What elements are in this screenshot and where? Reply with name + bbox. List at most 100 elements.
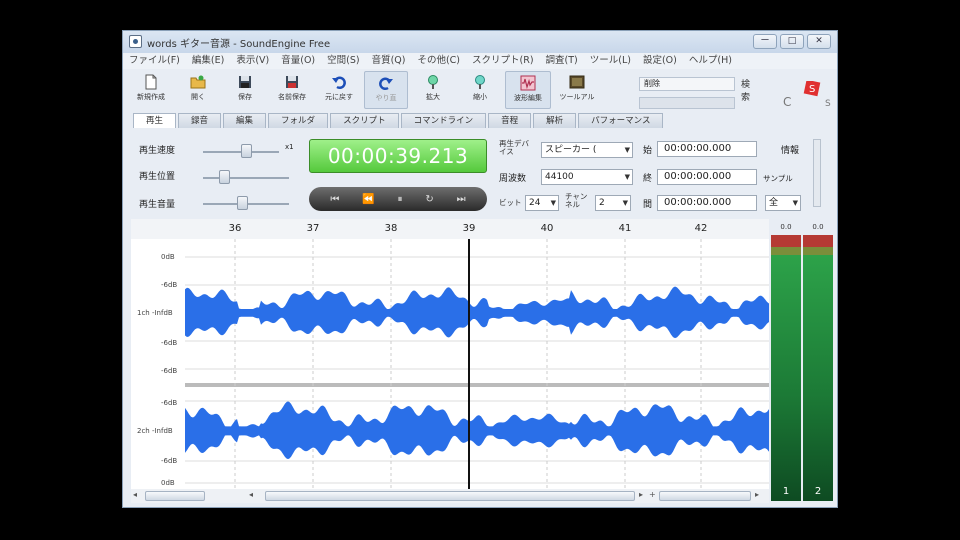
menu-script[interactable]: スクリプト(R)	[466, 53, 540, 69]
meter-2-peak: 0.0	[812, 223, 824, 231]
app-window: words ギター音源 - SoundEngine Free ー □ ✕ ファイ…	[122, 30, 838, 508]
waveform-view[interactable]: 0dB -6dB 1ch -InfdB -6dB -6dB -6dB 2ch -…	[131, 239, 769, 489]
rewind-icon[interactable]: ⏪	[362, 194, 374, 205]
device-select[interactable]: スピーカー ( ▼	[541, 142, 633, 158]
panel-scrollbar[interactable]	[813, 139, 821, 207]
plus-icon[interactable]: +	[649, 490, 656, 499]
tab-commandline[interactable]: コマンドライン	[400, 113, 487, 128]
menu-quality[interactable]: 音質(Q)	[366, 53, 412, 69]
skip-forward-icon[interactable]: ⏭	[457, 194, 466, 205]
scroll-left-icon[interactable]: ◂	[249, 490, 253, 499]
device-value: スピーカー (	[545, 145, 597, 155]
tab-record[interactable]: 録音	[178, 113, 222, 128]
app-icon[interactable]	[129, 35, 142, 48]
freq-select[interactable]: 44100 ▼	[541, 169, 633, 185]
meter-warn-zone	[771, 247, 801, 255]
zoom-slider[interactable]	[145, 491, 205, 501]
redo-button[interactable]: やり直	[364, 71, 408, 109]
tab-play[interactable]: 再生	[133, 113, 177, 128]
vertical-zoom-slider[interactable]	[659, 491, 751, 501]
new-button[interactable]: 新規作成	[129, 71, 173, 109]
wave-edit-button[interactable]: 波形編集	[505, 71, 551, 109]
menu-other[interactable]: その他(C)	[411, 53, 466, 69]
length-label: 間	[643, 200, 653, 210]
save-as-icon	[286, 76, 298, 88]
horizontal-scrollbar[interactable]: ◂ ◂ ▸ + ▸	[131, 489, 769, 503]
waveform-channel-2	[185, 401, 769, 459]
menu-survey[interactable]: 調査(T)	[540, 53, 584, 69]
zoom-in-button[interactable]: 拡大	[411, 71, 455, 109]
speed-label: 再生速度	[139, 146, 176, 156]
maximize-button[interactable]: □	[780, 34, 804, 49]
range-select[interactable]: 全 ▼	[765, 195, 801, 211]
tab-analysis[interactable]: 解析	[533, 113, 577, 128]
chevron-down-icon: ▼	[550, 199, 556, 207]
scroll-right-icon[interactable]: ▸	[755, 490, 759, 499]
menu-view[interactable]: 表示(V)	[230, 53, 275, 69]
scroll-right-icon[interactable]: ▸	[639, 490, 643, 499]
wave-edit-label: 波形編集	[514, 94, 542, 102]
zoom-out-button[interactable]: 縮小	[458, 71, 502, 109]
position-slider-track[interactable]	[203, 177, 289, 179]
title-bar[interactable]: words ギター音源 - SoundEngine Free ー □ ✕	[123, 31, 837, 53]
loop-icon[interactable]: ↻	[425, 194, 433, 205]
skip-back-icon[interactable]: ⏮	[330, 194, 339, 205]
channel-select[interactable]: 2 ▼	[595, 195, 631, 211]
svg-text:C: C	[783, 95, 791, 109]
save-as-button[interactable]: 名前保存	[270, 71, 314, 109]
menu-file[interactable]: ファイル(F)	[123, 53, 186, 69]
menu-help[interactable]: ヘルプ(H)	[683, 53, 738, 69]
meter-1: 1	[771, 235, 801, 501]
minimize-button[interactable]: ー	[753, 34, 777, 49]
save-button[interactable]: 保存	[223, 71, 267, 109]
end-time-field[interactable]: 00:00:00.000	[657, 169, 757, 185]
tick-41: 41	[618, 223, 632, 234]
waveform-channel-1	[185, 286, 769, 339]
window-title: words ギター音源 - SoundEngine Free	[147, 39, 331, 50]
open-folder-icon	[190, 75, 206, 89]
scroll-thumb[interactable]	[265, 491, 635, 501]
bit-select[interactable]: 24 ▼	[525, 195, 559, 211]
menu-tools[interactable]: ツール(L)	[584, 53, 637, 69]
volume-label: 再生音量	[139, 200, 176, 210]
transport-controls: ⏮ ⏪ ⏸ ↻ ⏭	[309, 187, 487, 211]
tool-icon	[569, 75, 585, 89]
tab-bar: 再生 録音 編集 フォルダ スクリプト コマンドライン 音程 解析 パフォーマン…	[133, 113, 665, 129]
menu-settings[interactable]: 設定(O)	[637, 53, 683, 69]
tab-script[interactable]: スクリプト	[330, 113, 399, 128]
new-label: 新規作成	[137, 93, 165, 101]
redo-label: やり直	[375, 94, 397, 102]
undo-label: 元に戻す	[325, 93, 353, 101]
start-time-field[interactable]: 00:00:00.000	[657, 141, 757, 157]
waveform-canvas[interactable]	[131, 239, 769, 489]
meter-2-label: 2	[814, 486, 822, 497]
tick-39: 39	[462, 223, 476, 234]
menu-edit[interactable]: 編集(E)	[186, 53, 230, 69]
close-button[interactable]: ✕	[807, 34, 831, 49]
meter-1-label: 1	[782, 486, 790, 497]
open-button[interactable]: 開く	[176, 71, 220, 109]
tab-folder[interactable]: フォルダ	[268, 113, 329, 128]
end-label: 終	[643, 174, 653, 184]
undo-button[interactable]: 元に戻す	[317, 71, 361, 109]
tool-button[interactable]: ツールアル	[554, 71, 600, 109]
length-time-field[interactable]: 00:00:00.000	[657, 195, 757, 211]
zoom-in-label: 拡大	[426, 93, 440, 101]
svg-text:S: S	[825, 99, 831, 109]
tab-performance[interactable]: パフォーマンス	[578, 113, 664, 128]
timeline-ruler[interactable]: 36 37 38 39 40 41 42	[131, 219, 769, 239]
menu-space[interactable]: 空間(S)	[321, 53, 365, 69]
speed-slider-knob[interactable]	[241, 144, 252, 158]
search-label[interactable]: 検索	[741, 77, 750, 103]
time-display: 00:00:39.213	[309, 139, 487, 173]
scroll-left-icon[interactable]: ◂	[133, 490, 137, 499]
position-slider-knob[interactable]	[219, 170, 230, 184]
tab-pitch[interactable]: 音程	[488, 113, 532, 128]
tab-edit[interactable]: 編集	[223, 113, 267, 128]
delete-status-field[interactable]: 削除	[639, 77, 735, 91]
freq-label: 周波数	[499, 174, 527, 184]
chevron-down-icon: ▼	[624, 146, 630, 154]
menu-volume[interactable]: 音量(O)	[275, 53, 321, 69]
volume-slider-knob[interactable]	[237, 196, 248, 210]
pause-icon[interactable]: ⏸	[398, 194, 403, 205]
